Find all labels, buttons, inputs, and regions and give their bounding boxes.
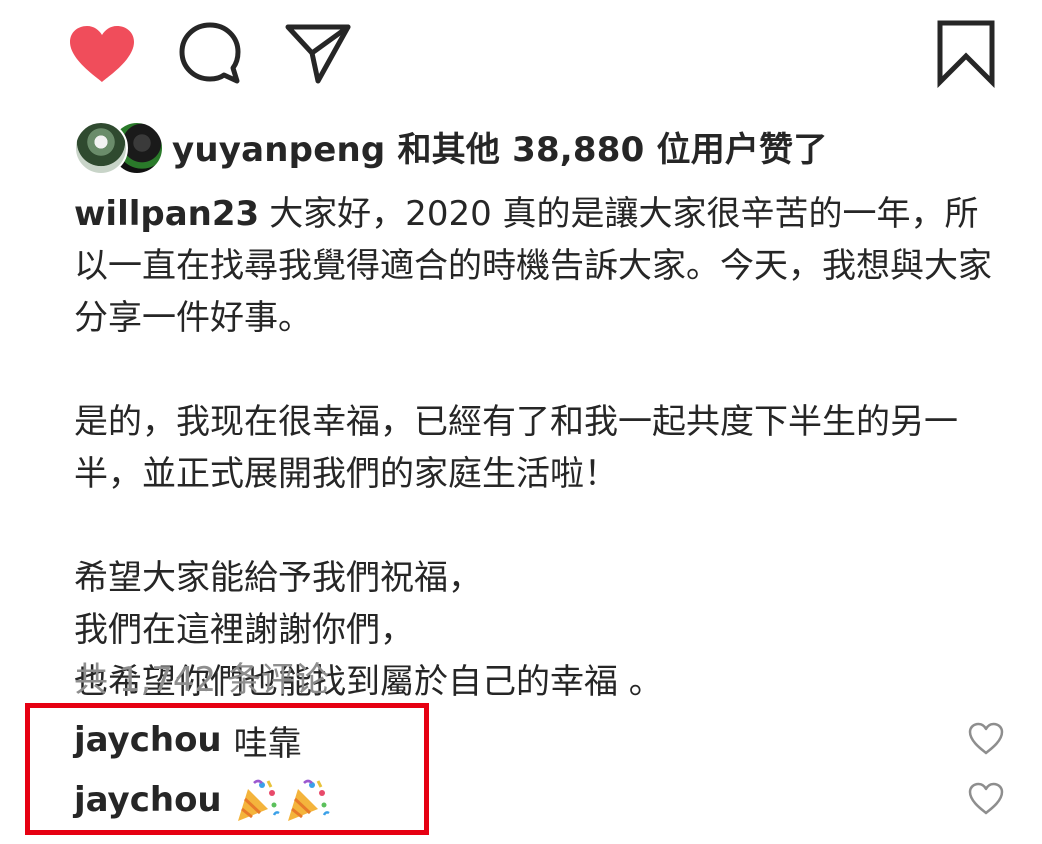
caption-username[interactable]: willpan23: [74, 194, 259, 234]
comment-username[interactable]: jaychou: [74, 720, 222, 760]
party-popper-icon: [284, 777, 330, 823]
bookmark-icon[interactable]: [932, 18, 1000, 88]
heart-outline-icon[interactable]: [968, 722, 1004, 756]
caption-paragraph: willpan23 大家好，2020 真的是讓大家很辛苦的一年，所以一直在找尋我覺…: [74, 188, 1004, 344]
heart-outline-icon[interactable]: [968, 782, 1004, 816]
comment-text: 哇靠: [233, 723, 302, 764]
liker-avatars: [74, 119, 164, 175]
comment-icon[interactable]: [177, 20, 243, 86]
paper-plane-icon[interactable]: [283, 20, 353, 86]
likes-summary[interactable]: yuyanpeng 和其他 38,880 位用户赞了: [74, 118, 828, 175]
post-caption: willpan23 大家好，2020 真的是讓大家很辛苦的一年，所以一直在找尋我覺…: [74, 188, 1004, 708]
caption-paragraph: 是的，我现在很幸福，已經有了和我一起共度下半生的另一半，並正式展開我們的家庭生活…: [74, 402, 958, 494]
party-popper-icon: [234, 777, 280, 823]
caption-line: 我們在這裡謝謝你們，: [74, 610, 414, 650]
avatar: [74, 121, 128, 175]
comment-username[interactable]: jaychou: [74, 780, 222, 820]
caption-line: 希望大家能給予我們祝福，: [74, 558, 482, 598]
post-action-bar: [0, 0, 1042, 100]
view-all-comments-link[interactable]: 共 1,742 条评论: [74, 652, 329, 701]
comment-row: jaychou 哇靠: [74, 714, 1004, 766]
heart-filled-icon[interactable]: [68, 24, 136, 84]
comment-row: jaychou: [74, 774, 1004, 826]
likes-text: yuyanpeng 和其他 38,880 位用户赞了: [172, 129, 828, 170]
